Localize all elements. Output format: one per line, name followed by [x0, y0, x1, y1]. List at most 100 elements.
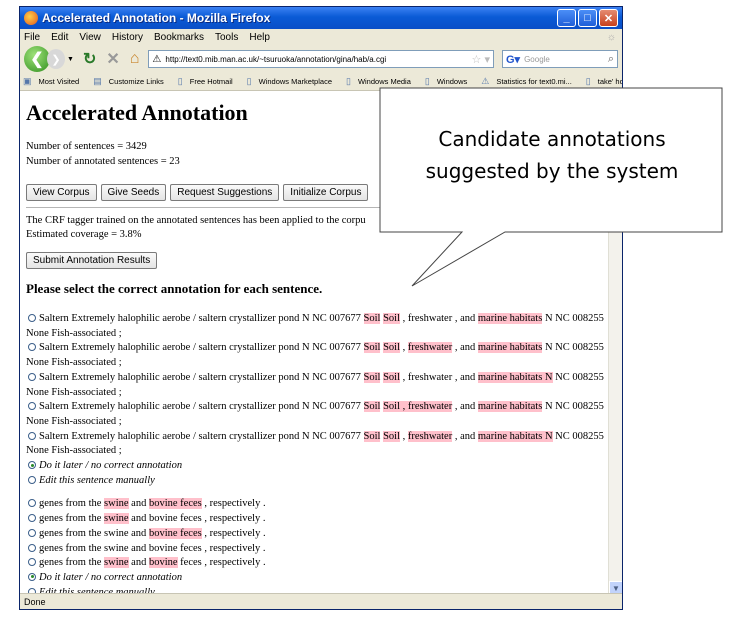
site-identity-icon[interactable]: ⚠: [152, 54, 161, 65]
highlighted-entity: Soil: [383, 342, 401, 354]
option-radio[interactable]: [28, 558, 36, 567]
option-radio[interactable]: [28, 499, 36, 508]
highlighted-entity: marine habitats: [477, 313, 543, 324]
do-it-later-option[interactable]: Do it later / no correct annotation: [26, 459, 609, 474]
sentence-text: and: [128, 498, 149, 510]
candidate-option[interactable]: genes from the swine and bovine feces , …: [26, 512, 609, 527]
highlighted-entity: Soil , freshwater: [383, 401, 453, 413]
home-icon[interactable]: ⌂: [130, 50, 140, 68]
maximize-button[interactable]: □: [578, 9, 597, 27]
search-engine-icon[interactable]: G▾: [506, 53, 520, 66]
option-radio[interactable]: [28, 402, 36, 411]
sentence-text: and bovine feces , respectively .: [128, 513, 266, 525]
search-placeholder: Google: [524, 54, 550, 64]
candidate-option[interactable]: Saltern Extremely halophilic aerobe / sa…: [26, 371, 609, 400]
option-radio[interactable]: [28, 543, 36, 552]
divider: [26, 207, 386, 208]
section-heading: Please select the correct annotation for…: [26, 281, 323, 296]
option-radio[interactable]: [28, 431, 36, 440]
sentence-text: , and: [452, 401, 478, 413]
crf-info: The CRF tagger trained on the annotated …: [26, 214, 609, 242]
highlighted-entity: freshwater: [407, 430, 453, 442]
page-icon: ▯: [424, 76, 430, 86]
candidate-option[interactable]: Saltern Extremely halophilic aerobe / sa…: [26, 341, 609, 370]
initialize-corpus-button[interactable]: Initialize Corpus: [283, 184, 369, 201]
annotation-group-2: genes from the swine and bovine feces , …: [26, 497, 609, 595]
forward-button[interactable]: ❯: [47, 49, 65, 69]
highlighted-entity: bovine feces: [148, 527, 202, 539]
request-suggestions-button[interactable]: Request Suggestions: [170, 184, 280, 201]
candidate-option[interactable]: genes from the swine and bovine feces , …: [26, 497, 609, 512]
highlighted-entity: Soil: [383, 430, 401, 442]
highlighted-entity: Soil: [363, 342, 381, 354]
bookmark-windows-media[interactable]: ▯ Windows Media: [346, 76, 418, 87]
menu-tools[interactable]: Tools: [215, 32, 238, 43]
highlighted-entity: Soil: [363, 430, 381, 442]
highlighted-entity: marine habitats N: [477, 371, 553, 383]
bookmark-windows[interactable]: ▯ Windows: [425, 76, 474, 87]
status-text: Done: [24, 596, 46, 607]
bookmark-most-visited[interactable]: ▣ Most Visited: [23, 76, 86, 87]
highlighted-entity: swine: [104, 557, 129, 569]
candidate-option[interactable]: genes from the swine and bovine feces , …: [26, 527, 609, 542]
option-radio[interactable]: [28, 475, 36, 484]
option-radio[interactable]: [28, 514, 36, 523]
stop-icon[interactable]: ✕: [106, 49, 119, 69]
bookmark-free-hotmail[interactable]: ▯ Free Hotmail: [178, 76, 240, 87]
candidate-option[interactable]: genes from the swine and bovine feces , …: [26, 542, 609, 557]
folder-icon: ▣: [23, 76, 32, 86]
menu-help[interactable]: Help: [249, 32, 270, 43]
reload-icon[interactable]: ↻: [83, 49, 96, 69]
sentence-text: , freshwater , and: [400, 313, 478, 324]
highlighted-entity: Soil: [363, 401, 381, 413]
option-radio[interactable]: [28, 314, 36, 322]
give-seeds-button[interactable]: Give Seeds: [100, 184, 167, 201]
highlighted-entity: swine: [104, 498, 129, 510]
option-radio[interactable]: [28, 572, 36, 581]
minimize-button[interactable]: _: [557, 9, 576, 27]
option-radio[interactable]: [28, 343, 36, 352]
callout-line-1: Candidate annotations: [438, 127, 666, 151]
option-radio[interactable]: [28, 528, 36, 537]
candidate-option[interactable]: Saltern Extremely halophilic aerobe / sa…: [26, 430, 609, 459]
sentence-text: genes from the swine and bovine feces , …: [39, 542, 266, 554]
page-icon: ▯: [585, 76, 591, 86]
close-button[interactable]: ✕: [599, 9, 618, 27]
bookmark-take-home-page[interactable]: ▯take' home page: [586, 76, 622, 87]
sentence-text: genes from the: [39, 498, 105, 510]
candidate-option[interactable]: Saltern Extremely halophilic aerobe / sa…: [26, 312, 609, 341]
menu-edit[interactable]: Edit: [51, 32, 68, 43]
callout-line-2: suggested by the system: [425, 159, 679, 183]
bookmark-statistics[interactable]: ⚠ Statistics for text0.mi...: [481, 76, 579, 87]
view-corpus-button[interactable]: View Corpus: [26, 184, 97, 201]
option-radio[interactable]: [28, 461, 36, 470]
search-bar[interactable]: G▾ Google ⌕: [502, 50, 618, 68]
edit-manually-option[interactable]: Edit this sentence manually: [26, 474, 609, 489]
title-bar: Accelerated Annotation - Mozilla Firefox…: [20, 7, 622, 29]
candidate-option[interactable]: Saltern Extremely halophilic aerobe / sa…: [26, 400, 609, 429]
do-it-later-option[interactable]: Do it later / no correct annotation: [26, 571, 609, 586]
search-icon[interactable]: ⌕: [608, 53, 614, 66]
history-dropdown-icon[interactable]: ▼: [67, 56, 74, 63]
highlighted-entity: marine habitats: [477, 342, 543, 354]
menu-file[interactable]: File: [24, 32, 40, 43]
submit-annotation-button[interactable]: Submit Annotation Results: [26, 252, 158, 269]
bookmark-customize-links[interactable]: ▤ Customize Links: [93, 76, 171, 87]
option-radio[interactable]: [28, 372, 36, 381]
menu-history[interactable]: History: [112, 32, 143, 43]
url-bar[interactable]: ⚠ http://text0.mib.man.ac.uk/~tsuruoka/a…: [148, 50, 494, 68]
menu-view[interactable]: View: [79, 32, 101, 43]
sentence-text: Saltern Extremely halophilic aerobe / sa…: [39, 401, 364, 413]
highlighted-entity: Soil: [383, 313, 401, 324]
menu-bookmarks[interactable]: Bookmarks: [154, 32, 204, 43]
highlighted-entity: freshwater: [407, 342, 453, 354]
sentence-text: , freshwater , and: [400, 371, 478, 383]
bookmark-star-icon[interactable]: ☆ ▾: [472, 53, 490, 66]
highlighted-entity: swine: [104, 513, 129, 525]
candidate-option[interactable]: genes from the swine and bovine feces , …: [26, 556, 609, 571]
highlighted-entity: bovine: [148, 557, 178, 569]
option-label: Do it later / no correct annotation: [39, 571, 183, 583]
sentence-text: Saltern Extremely halophilic aerobe / sa…: [39, 342, 364, 354]
bookmark-windows-marketplace[interactable]: ▯ Windows Marketplace: [247, 76, 339, 87]
